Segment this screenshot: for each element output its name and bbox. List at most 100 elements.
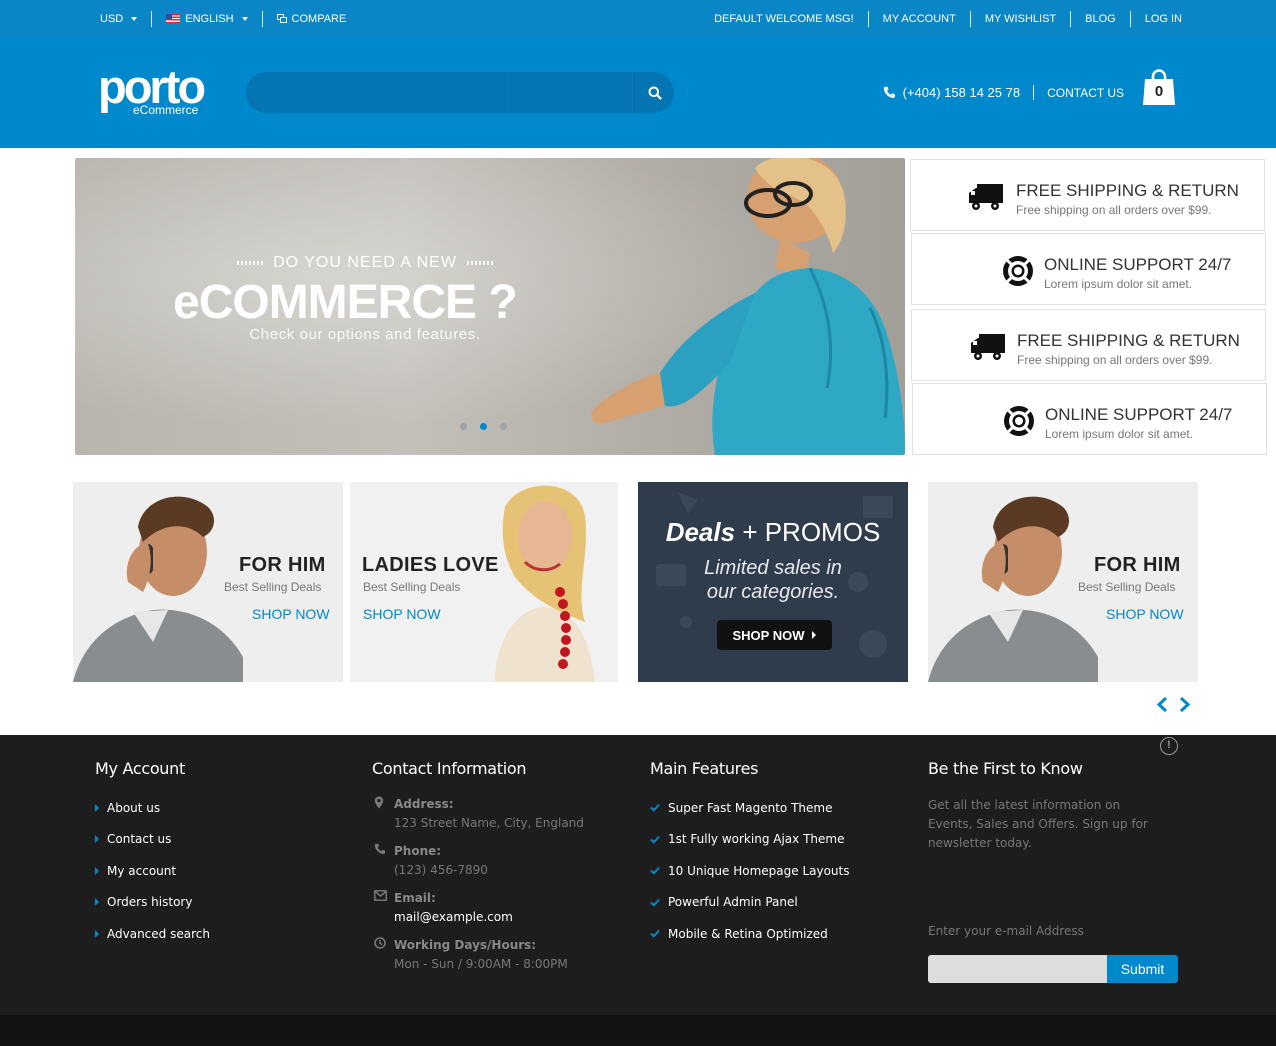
compare-icon [276,14,287,23]
promo-banner-for-him[interactable]: FOR HIM Best Selling Deals SHOP NOW [73,482,343,682]
login-link[interactable]: LOG IN [1145,13,1182,25]
truck-icon [969,184,1003,210]
footer-heading: My Account [95,759,185,778]
feature-box-shipping: FREE SHIPPING & RETURN Free shipping on … [910,159,1265,231]
deals-title: Deals + PROMOS [638,517,908,548]
decorative-dashes [466,261,493,265]
feature-list-item: Mobile & Retina Optimized [650,918,850,950]
promo-banner-deals[interactable]: Deals + PROMOS Limited sales in our categ… [638,482,908,682]
bullet-icon [95,803,99,812]
phone-number: (+404) 158 14 25 78 [902,85,1021,100]
contact-email-link[interactable]: mail@example.com [394,910,584,924]
clock-icon [374,937,386,949]
promo-title: FOR HIM [239,554,326,576]
logo[interactable]: porto eCommerce [98,60,208,122]
footer-link-orders[interactable]: Orders history [95,887,210,919]
shop-now-link[interactable]: SHOP NOW [1106,606,1184,622]
promo-banner-for-him[interactable]: FOR HIM Best Selling Deals SHOP NOW [928,482,1198,682]
footer-main-features: Main Features Super Fast Magento Theme 1… [650,759,850,950]
search-input[interactable] [246,72,634,113]
divider [969,10,971,27]
bullet-icon [95,835,99,844]
slider-dots [460,423,507,430]
promo-banner-ladies[interactable]: LADIES LOVE Best Selling Deals SHOP NOW [350,482,618,682]
footer-newsletter: Be the First to Know Get all the latest … [928,759,1188,999]
blog-link[interactable]: BLOG [1085,13,1116,25]
slider-dot-2[interactable] [480,423,487,430]
divider [1129,10,1131,27]
us-flag-icon [166,14,181,23]
currency-switcher[interactable]: USD [100,12,138,25]
contact-hours: Working Days/Hours: Mon - Sun / 9:00AM -… [372,937,584,984]
feature-list-item: Powerful Admin Panel [650,887,850,919]
language-switcher[interactable]: ENGLISH [166,13,248,25]
info-icon[interactable]: ! [1160,737,1178,755]
newsletter-submit-button[interactable]: Submit [1107,955,1178,983]
chevron-down-icon [241,16,248,21]
search-button[interactable] [634,72,674,113]
logo-subtitle: eCommerce [133,103,199,117]
hero-title: eCOMMERCE ? [173,276,518,329]
phone-icon [374,843,386,855]
bullet-icon [95,929,99,938]
promo-subtitle: Best Selling Deals [363,580,461,594]
deals-shop-now-button[interactable]: SHOP NOW [717,620,832,650]
header-contact: (+404) 158 14 25 78 CONTACT US [883,85,1124,100]
footer-my-account: My Account About us Contact us My accoun… [95,759,210,950]
promo-subtitle: Best Selling Deals [1078,580,1176,594]
welcome-message: DEFAULT WELCOME MSG! [714,12,854,25]
shop-now-link[interactable]: SHOP NOW [363,606,441,622]
male-model-image [73,496,243,682]
carousel-prev-button[interactable] [1156,696,1168,718]
slider-dot-3[interactable] [500,423,507,430]
check-icon [650,867,660,876]
contact-label: Working Days/Hours: [394,938,537,952]
newsletter-text: Get all the latest information on Events… [928,798,1148,850]
divider [867,10,869,27]
footer-heading: Main Features [650,759,759,778]
slider-dot-1[interactable] [460,423,467,430]
cart-button[interactable]: 0 [1142,69,1178,109]
footer-bottom-bar [0,1015,1276,1046]
feature-list-item: 1st Fully working Ajax Theme [650,824,850,856]
feature-desc: Lorem ipsum dolor sit amet. [1044,277,1193,291]
hero-slider[interactable]: DO YOU NEED A NEW eCOMMERCE ? Check our … [75,158,905,455]
carousel-next-button[interactable] [1179,696,1191,718]
contact-value: Mon - Sun / 9:00AM - 8:00PM [394,957,568,971]
envelope-icon [374,890,387,901]
search-icon [648,86,662,100]
currency-label: USD [100,12,124,25]
my-wishlist-link[interactable]: MY WISHLIST [985,13,1056,25]
chevron-left-icon [1156,696,1168,713]
chevron-right-icon [811,631,816,639]
check-icon [650,835,660,844]
footer-link-my-account[interactable]: My account [95,855,210,887]
newsletter-email-input[interactable] [928,955,1107,983]
cart-count: 0 [1154,83,1164,100]
feature-box-shipping: FREE SHIPPING & RETURN Free shipping on … [911,309,1266,381]
contact-phone: Phone: (123) 456-7890 [372,843,584,890]
feature-desc: Lorem ipsum dolor sit amet. [1045,427,1194,441]
footer-link-advanced-search[interactable]: Advanced search [95,918,210,950]
footer-link-about[interactable]: About us [95,792,210,824]
truck-icon [971,334,1005,360]
feature-desc: Free shipping on all orders over $99. [1016,203,1212,217]
footer-contact-info: Contact Information Address: 123 Street … [372,759,584,984]
feature-list-item: Super Fast Magento Theme [650,792,850,824]
bullet-icon [95,898,99,907]
shop-now-link[interactable]: SHOP NOW [252,606,330,622]
my-account-link[interactable]: MY ACCOUNT [883,13,956,25]
contact-us-link[interactable]: CONTACT US [1047,86,1124,100]
check-icon [650,930,660,939]
contact-label: Address: [394,797,454,811]
chevron-down-icon [131,16,138,21]
contact-label: Phone: [394,844,442,858]
feature-title: ONLINE SUPPORT 24/7 [1045,405,1233,424]
chevron-right-icon [1179,696,1191,713]
search-bar [246,72,674,113]
header: porto eCommerce (+404) 158 14 25 78 CONT… [0,37,1276,148]
deals-description: Limited sales in our categories. [638,556,908,604]
compare-link[interactable]: COMPARE [276,13,346,25]
divider [1033,85,1035,100]
footer-link-contact[interactable]: Contact us [95,824,210,856]
